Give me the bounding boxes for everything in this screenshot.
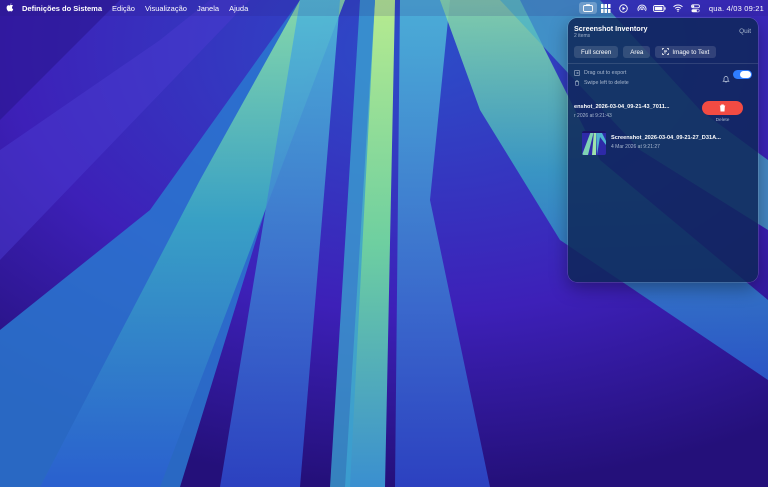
item-count: 2 items — [574, 33, 591, 39]
menu-visualizacao[interactable]: Visualização — [145, 4, 187, 13]
battery-icon[interactable] — [651, 2, 669, 14]
item-filename: Screenshot_2026-03-04_09-21-27_D31A... — [611, 135, 721, 141]
full-screen-button[interactable]: Full screen — [574, 46, 619, 58]
list-item[interactable]: enshot_2026-03-04_09-21-43_7011... r 202… — [574, 104, 694, 119]
full-screen-label: Full screen — [581, 48, 612, 56]
swipe-hint: Swipe left to delete — [574, 80, 629, 86]
divider — [568, 63, 758, 64]
app-name-menu[interactable]: Definições do Sistema — [22, 4, 102, 13]
image-to-text-label: Image to Text — [672, 48, 710, 56]
menu-edicao[interactable]: Edição — [112, 4, 135, 13]
delete-button[interactable] — [702, 101, 743, 115]
panel-title: Screenshot Inventory — [574, 24, 648, 33]
notifications-toggle[interactable] — [733, 70, 752, 79]
screenshot-inventory-icon[interactable] — [578, 2, 597, 14]
status-area: qua. 4/03 09:21 — [578, 0, 764, 16]
grid-icon[interactable] — [597, 2, 615, 14]
area-label: Area — [630, 48, 644, 56]
toggle-knob — [740, 71, 751, 78]
control-center-icon[interactable] — [687, 2, 705, 14]
menu-ajuda[interactable]: Ajuda — [229, 4, 248, 13]
bell-icon[interactable] — [722, 70, 730, 83]
quit-button[interactable]: Quit — [739, 28, 751, 35]
play-icon[interactable] — [615, 2, 633, 14]
item-date: 4 Mar 2026 at 9:21:27 — [611, 144, 660, 150]
drag-hint: Drag out to export — [574, 70, 626, 76]
delete-label: Delete — [715, 118, 730, 123]
menu-janela[interactable]: Janela — [197, 4, 219, 13]
export-icon — [574, 70, 580, 76]
swipe-hint-text: Swipe left to delete — [584, 80, 629, 86]
drag-hint-text: Drag out to export — [584, 70, 627, 76]
list-item[interactable]: Screenshot_2026-03-04_09-21-27_D31A... 4… — [611, 135, 751, 150]
wifi-icon[interactable] — [669, 2, 687, 14]
menubar-clock[interactable]: qua. 4/03 09:21 — [709, 4, 764, 13]
apple-icon[interactable] — [2, 2, 18, 14]
broadcast-icon[interactable] — [633, 2, 651, 14]
trash-icon — [574, 80, 580, 86]
menu-bar: Definições do Sistema Edição Visualizaçã… — [0, 0, 768, 16]
text-scan-icon — [662, 47, 670, 57]
image-to-text-button[interactable]: Image to Text — [655, 46, 717, 58]
area-button[interactable]: Area — [623, 46, 651, 58]
screenshot-inventory-panel: Screenshot Inventory 2 items Quit Full s… — [568, 18, 758, 282]
screenshot-thumbnail[interactable] — [582, 131, 606, 155]
item-date: r 2026 at 9:21:43 — [574, 113, 612, 119]
trash-icon — [719, 99, 726, 117]
capture-button-row: Full screen Area Image to Text — [574, 46, 717, 58]
item-filename: enshot_2026-03-04_09-21-43_7011... — [574, 104, 670, 110]
